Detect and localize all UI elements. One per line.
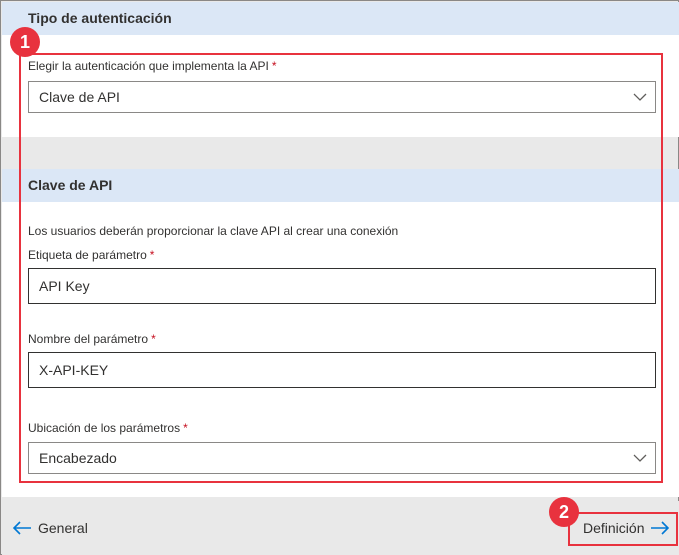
auth-section-title: Tipo de autenticación bbox=[28, 10, 172, 26]
arrow-left-icon bbox=[12, 521, 31, 535]
callout-badge-1: 1 bbox=[10, 27, 40, 57]
auth-section-header: Tipo de autenticación bbox=[2, 2, 679, 35]
callout-badge-2: 2 bbox=[549, 497, 579, 527]
back-general-label: General bbox=[38, 520, 88, 536]
back-general-link[interactable]: General bbox=[12, 520, 88, 536]
callout-box-1 bbox=[19, 53, 663, 483]
connector-auth-panel: Tipo de autenticación Elegir la autentic… bbox=[0, 0, 679, 555]
callout-box-2 bbox=[568, 512, 678, 546]
